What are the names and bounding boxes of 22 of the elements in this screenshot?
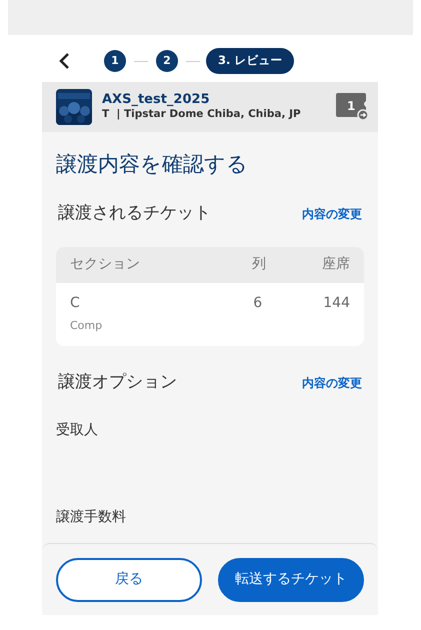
event-venue: T | Tipstar Dome Chiba, Chiba, JP <box>102 108 302 122</box>
section-cell-text: C <box>70 294 81 313</box>
fee-label: 譲渡手数料 <box>56 508 127 527</box>
column-header: 列 <box>252 255 267 274</box>
seat-cell-text: 144 <box>323 294 350 313</box>
back-icon[interactable] <box>58 52 72 70</box>
step-indicator[interactable]: 3. レビュー <box>208 50 292 72</box>
step-indicator[interactable]: 2 <box>156 50 178 72</box>
back-button[interactable]: 戻る <box>56 558 202 602</box>
edit-link[interactable]: 内容の変更 <box>302 374 362 392</box>
recipient-label: 受取人 <box>56 420 99 440</box>
section-heading: 譲渡オプション <box>58 371 177 394</box>
event-title: AXS_test_2025 <box>102 92 211 108</box>
column-header: セクション <box>70 255 141 274</box>
ticket-type: Comp <box>70 318 104 334</box>
section-heading: 譲渡されるチケット <box>58 202 211 226</box>
edit-link[interactable]: 内容の変更 <box>302 204 362 223</box>
column-header: 座席 <box>322 255 350 274</box>
step-indicator[interactable]: 1 <box>104 50 126 72</box>
transfer-button[interactable]: 転送するチケット <box>218 558 364 602</box>
row-cell-text: 6 <box>253 294 264 313</box>
page-title: 譲渡内容を確認する <box>56 152 249 178</box>
